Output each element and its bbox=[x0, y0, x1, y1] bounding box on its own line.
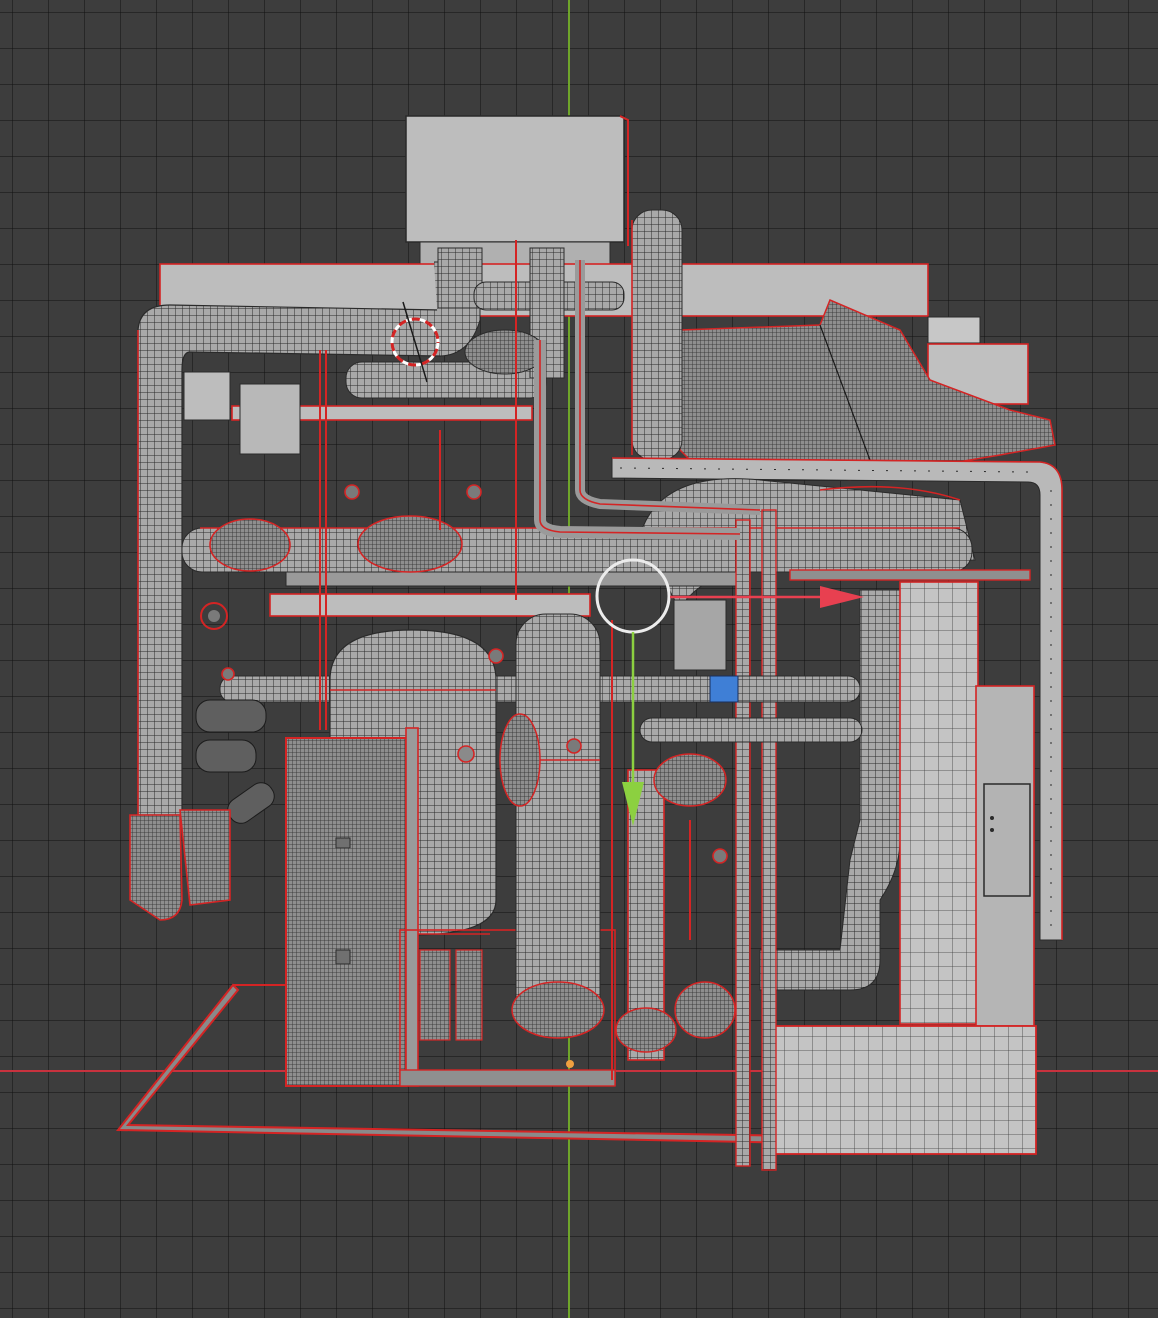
left-bend-fittings bbox=[129, 809, 231, 921]
viewport-canvas bbox=[0, 0, 1158, 1318]
selected-element-blue[interactable] bbox=[709, 675, 739, 703]
electrical-cabinet bbox=[983, 783, 1031, 897]
object-origin-dot bbox=[566, 1060, 574, 1068]
gizmo-x-arrow-icon[interactable] bbox=[820, 586, 864, 608]
base-tank bbox=[771, 1025, 1037, 1155]
control-cabinet bbox=[285, 727, 419, 1087]
right-drop-pipe bbox=[759, 589, 901, 991]
3d-viewport[interactable] bbox=[0, 0, 1158, 1318]
secondary-vessel bbox=[499, 613, 605, 1039]
vertical-stack-pipe bbox=[631, 209, 683, 461]
